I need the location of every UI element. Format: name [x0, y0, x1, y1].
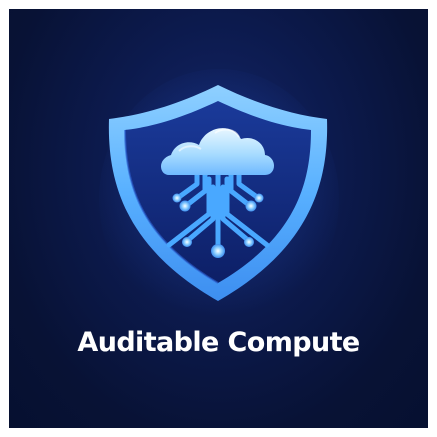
shield-cloud-circuit-icon: [108, 85, 328, 301]
logo-tile: Auditable Compute: [9, 9, 428, 428]
brand-name: Auditable Compute: [77, 327, 360, 358]
image-frame: Auditable Compute: [0, 0, 437, 437]
